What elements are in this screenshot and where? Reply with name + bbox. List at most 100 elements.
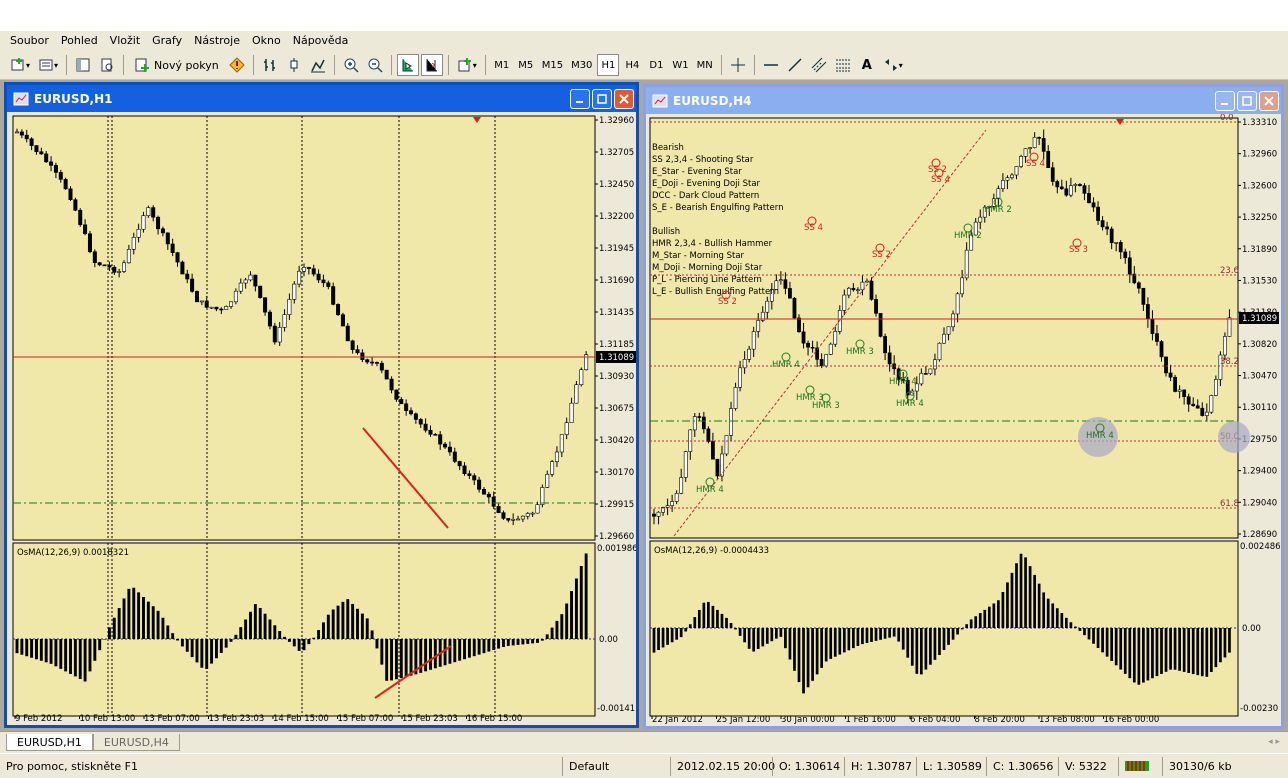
fibonacci-level-label: 23.6	[1220, 266, 1239, 276]
new-chart-button[interactable]: ▾	[7, 54, 33, 76]
fibonacci-icon	[835, 59, 850, 72]
tab-eurusd-h4[interactable]: EURUSD,H4	[92, 734, 180, 751]
line-chart-icon	[310, 59, 325, 73]
menu-help[interactable]: Nápověda	[287, 31, 355, 51]
fibonacci-button[interactable]	[832, 54, 854, 76]
candle-body	[404, 403, 409, 411]
candle-body	[170, 243, 175, 253]
new-order-button[interactable]: Nový pokyn	[129, 54, 224, 76]
tf-m1-button[interactable]: M1	[491, 54, 513, 76]
trendline-button[interactable]	[784, 54, 806, 76]
menu-window[interactable]: Okno	[246, 31, 287, 51]
menu-view[interactable]: Pohled	[55, 31, 104, 51]
tab-scroll-arrows[interactable]: ◂ ▸	[1268, 732, 1280, 752]
magnifier-doc-icon	[101, 58, 113, 72]
navigator-button[interactable]	[96, 54, 118, 76]
chart-window-eurusd-h4[interactable]: EURUSD,H4 1.33310 1.32960 1.32600 1.32250 1.…	[643, 84, 1284, 729]
price-tick-label: 1.32960	[1242, 150, 1277, 160]
candle-body	[1087, 193, 1091, 204]
chart-tabs: EURUSD,H1 EURUSD,H4 ◂ ▸	[0, 731, 1288, 753]
star-pattern-label: SS 2	[872, 250, 891, 260]
candle-body	[389, 378, 394, 391]
candle-body	[165, 232, 170, 245]
candle-body	[156, 216, 161, 230]
candle-body	[923, 373, 928, 375]
price-tick-label: 1.32250	[1242, 213, 1277, 223]
candle-body	[801, 331, 806, 344]
tf-m15-button[interactable]: M15	[539, 54, 566, 76]
candle-body	[652, 513, 656, 517]
candle-body	[1109, 228, 1114, 244]
fibonacci-level-label: 0.0	[1220, 114, 1234, 123]
time-axis-label: 16 Feb 15:00	[467, 714, 523, 724]
tab-eurusd-h1[interactable]: EURUSD,H1	[6, 734, 93, 751]
equidistant-channel-button[interactable]	[808, 54, 830, 76]
candle-body	[579, 369, 584, 386]
autoscroll-button[interactable]	[396, 54, 419, 76]
chart-canvas[interactable]: 1.33310 1.32960 1.32600 1.32250 1.31890 1.315…	[646, 114, 1281, 726]
candle-body	[355, 349, 360, 354]
candle-body	[297, 270, 302, 285]
minimize-button[interactable]	[1215, 90, 1235, 111]
candle-body	[477, 479, 482, 490]
candle-body	[443, 443, 448, 448]
candle-body	[472, 475, 477, 481]
chart-shift-button[interactable]	[420, 54, 443, 76]
tf-mn-button[interactable]: MN	[694, 54, 716, 76]
candle-body	[467, 473, 472, 476]
indicators-button[interactable]: ▾	[454, 54, 480, 76]
profiles-button[interactable]: ▾	[35, 54, 61, 76]
profiles-icon	[39, 59, 53, 71]
maximize-button[interactable]	[1237, 90, 1257, 111]
candle-body	[175, 252, 180, 263]
close-button[interactable]	[1259, 90, 1279, 111]
chart-window-eurusd-h1[interactable]: EURUSD,H1 1.32960 1.32705 1.32450 1.32200 1.…	[4, 82, 639, 728]
candle-body	[955, 293, 960, 315]
expert-advisors-button[interactable]	[226, 54, 248, 76]
close-button[interactable]	[614, 88, 634, 109]
candle-body	[697, 416, 702, 418]
window-titlebar[interactable]: EURUSD,H1	[7, 85, 636, 112]
menu-file[interactable]: Soubor	[4, 31, 55, 51]
chart-area[interactable]: 1.33310 1.32960 1.32600 1.32250 1.31890 1.315…	[646, 114, 1281, 726]
time-axis-label: 1 Feb 16:00	[846, 715, 896, 725]
candle-body	[1064, 188, 1069, 196]
chart-area[interactable]: 1.32960 1.32705 1.32450 1.32200 1.31945 1.316…	[7, 112, 636, 725]
candle-body	[1118, 242, 1123, 253]
maximize-button[interactable]	[592, 88, 612, 109]
tf-m30-button[interactable]: M30	[568, 54, 595, 76]
arrows-button[interactable]: ▾	[880, 54, 906, 76]
zoom-out-button[interactable]	[364, 54, 386, 76]
menu-tools[interactable]: Nástroje	[188, 31, 246, 51]
window-title: EURUSD,H1	[34, 91, 113, 106]
candle-body	[1005, 177, 1010, 181]
price-tick-label: 1.30470	[1242, 372, 1277, 382]
market-watch-button[interactable]	[72, 54, 94, 76]
tf-h4-button[interactable]: H4	[621, 54, 643, 76]
candle-body	[738, 367, 742, 388]
line-chart-button[interactable]	[307, 54, 329, 76]
star-pattern-label: SS 4	[931, 175, 950, 185]
window-titlebar[interactable]: EURUSD,H4	[646, 87, 1281, 114]
candlestick-button[interactable]	[283, 54, 305, 76]
status-profile: Default	[562, 756, 670, 776]
candle-body	[960, 277, 965, 295]
menu-charts[interactable]: Grafy	[146, 31, 188, 51]
candle-body	[447, 446, 452, 453]
zoom-in-button[interactable]	[340, 54, 362, 76]
horizontal-line-button[interactable]	[760, 54, 782, 76]
tf-m5-button[interactable]: M5	[515, 54, 537, 76]
price-tick-label: 1.32200	[599, 212, 634, 222]
candle-body	[946, 326, 951, 335]
bar-chart-button[interactable]	[259, 54, 281, 76]
chart-canvas[interactable]: 1.32960 1.32705 1.32450 1.32200 1.31945 1.316…	[7, 112, 636, 725]
tf-d1-button[interactable]: D1	[645, 54, 667, 76]
tf-h1-button[interactable]: H1	[597, 54, 620, 76]
minimize-button[interactable]	[570, 88, 590, 109]
candle-body	[656, 511, 661, 517]
menu-insert[interactable]: Vložit	[104, 31, 146, 51]
text-button[interactable]: A	[856, 54, 878, 76]
crosshair-button[interactable]	[727, 54, 749, 76]
star-pattern-label: SS 3	[1069, 245, 1088, 255]
tf-w1-button[interactable]: W1	[669, 54, 691, 76]
